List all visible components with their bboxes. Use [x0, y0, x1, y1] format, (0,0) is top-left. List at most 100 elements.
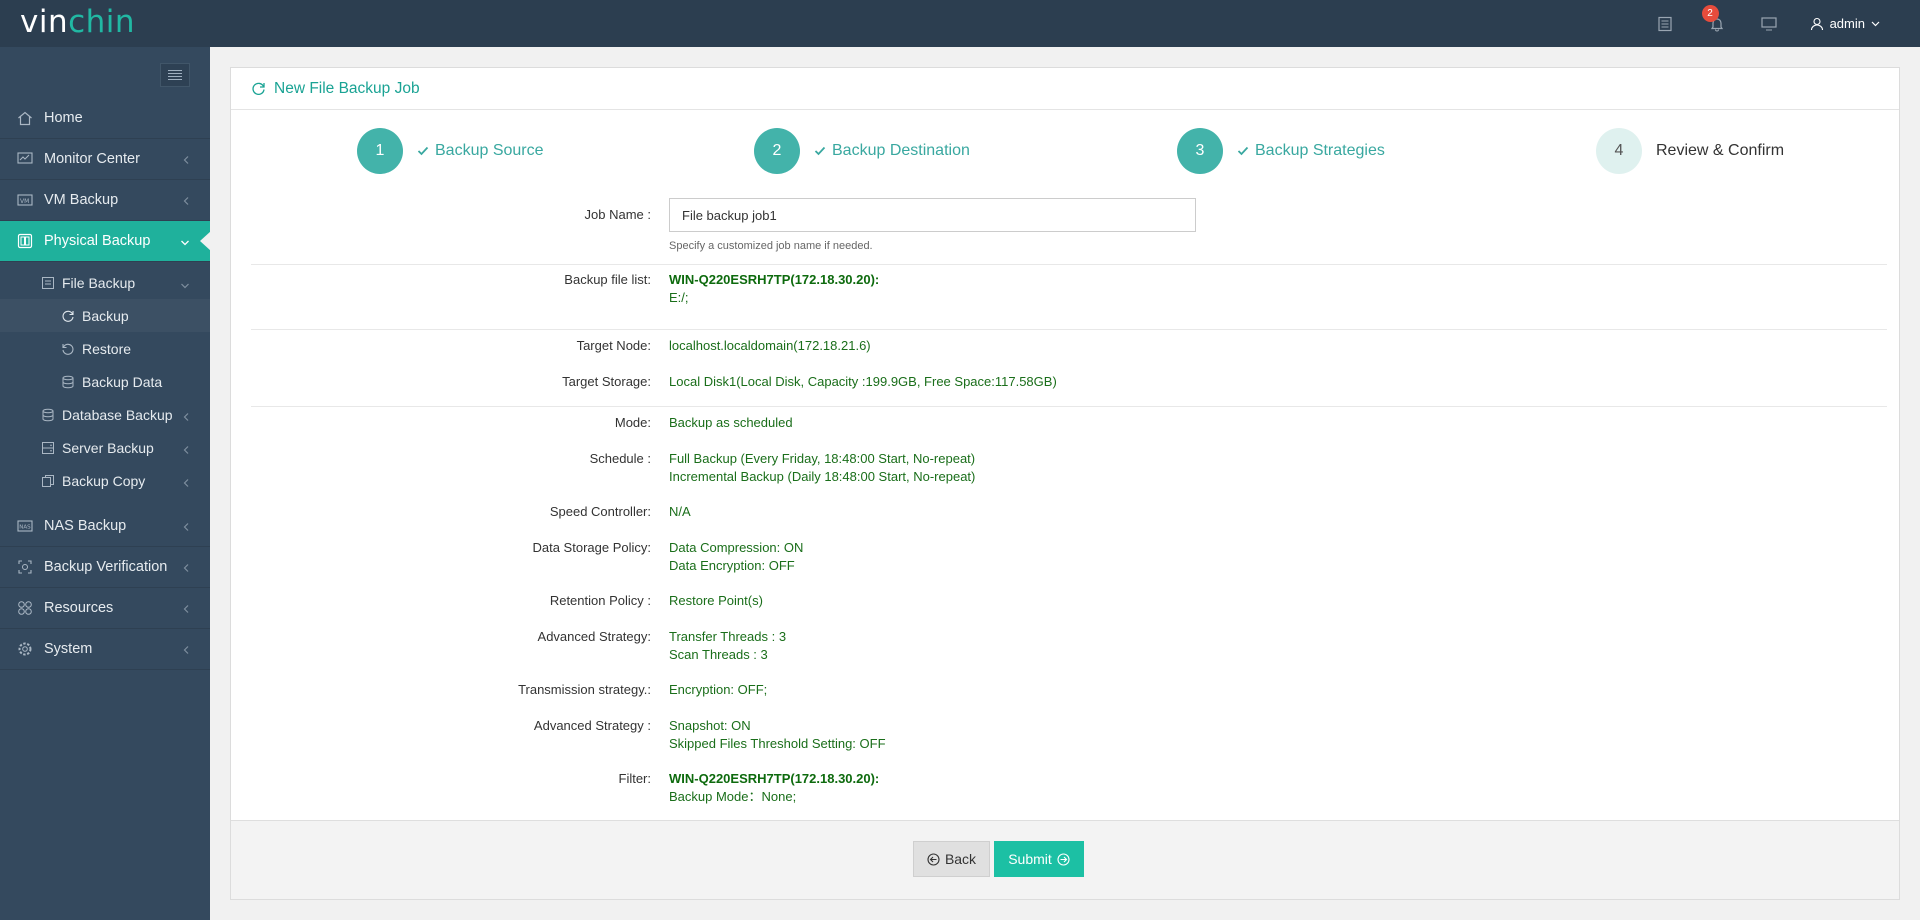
- sidebar-item-home[interactable]: Home: [0, 98, 210, 139]
- database-icon: [60, 374, 76, 390]
- target-node-value: localhost.localdomain(172.18.21.6): [669, 338, 871, 353]
- speed-controller-label: Speed Controller:: [549, 504, 651, 519]
- back-button[interactable]: Back: [913, 841, 990, 877]
- step-label: Backup Destination: [832, 142, 970, 159]
- arrow-right-circle-icon: [1057, 852, 1070, 866]
- transmission-strategy-value: Encryption: OFF;: [669, 682, 768, 697]
- step-number: 3: [1177, 128, 1223, 174]
- chevron-left-icon: [182, 602, 190, 618]
- target-storage-value: Local Disk1(Local Disk, Capacity :199.9G…: [669, 374, 1057, 389]
- submit-button-label: Submit: [1008, 851, 1052, 867]
- sidebar-item-file-backup[interactable]: File Backup: [0, 266, 210, 299]
- step-label: Backup Source: [435, 142, 544, 159]
- physical-server-icon: [16, 233, 34, 249]
- target-storage-label: Target Storage:: [562, 374, 651, 389]
- logo-accent-text: chin: [68, 4, 136, 40]
- chevron-left-icon: [182, 409, 190, 425]
- sidebar: Home Monitor Center VM VM Backup Physica…: [0, 47, 211, 920]
- resources-icon: [16, 600, 34, 616]
- sidebar-item-label: Physical Backup: [44, 233, 151, 249]
- sidebar-toggle-icon[interactable]: [160, 63, 190, 87]
- user-name: admin: [1829, 16, 1865, 31]
- chevron-left-icon: [182, 194, 190, 210]
- filter-backup-mode: Backup Mode：None;: [669, 789, 797, 804]
- backup-file-list-label: Backup file list:: [564, 272, 651, 287]
- sidebar-item-monitor-center[interactable]: Monitor Center: [0, 139, 210, 180]
- sidebar-item-label: Backup Copy: [62, 472, 146, 489]
- sidebar-item-backup[interactable]: Backup: [0, 299, 210, 332]
- sidebar-item-label: File Backup: [62, 274, 136, 291]
- sidebar-item-vm-backup[interactable]: VM VM Backup: [0, 180, 210, 221]
- step-label: Backup Strategies: [1255, 142, 1385, 159]
- sidebar-item-backup-copy[interactable]: Backup Copy: [0, 464, 210, 497]
- step-backup-strategies[interactable]: 3 Backup Strategies: [1177, 128, 1385, 174]
- transfer-threads-value: Transfer Threads : 3: [669, 629, 787, 644]
- vinchin-logo[interactable]: vinchin: [20, 4, 135, 40]
- monitor-icon: [16, 151, 34, 167]
- chevron-left-icon: [182, 561, 190, 577]
- gear-icon: [16, 641, 34, 657]
- step-backup-source[interactable]: 1 Backup Source: [357, 128, 544, 174]
- back-button-label: Back: [944, 851, 977, 867]
- sidebar-item-restore[interactable]: Restore: [0, 332, 210, 365]
- sidebar-item-label: System: [44, 641, 93, 657]
- user-menu[interactable]: admin: [1810, 16, 1880, 31]
- sidebar-item-backup-verification[interactable]: Backup Verification: [0, 547, 210, 588]
- sidebar-item-server-backup[interactable]: Server Backup: [0, 431, 210, 464]
- vm-icon: VM: [16, 192, 34, 208]
- arrow-left-circle-icon: [927, 852, 940, 866]
- svg-text:VM: VM: [20, 198, 29, 205]
- sidebar-item-system[interactable]: System: [0, 629, 210, 670]
- schedule-full-backup: Full Backup (Every Friday, 18:48:00 Star…: [669, 451, 976, 466]
- retention-policy-value: Restore Point(s): [669, 593, 763, 608]
- sidebar-item-label: NAS Backup: [44, 518, 127, 534]
- step-number: 4: [1596, 128, 1642, 174]
- filter-label: Filter:: [618, 771, 652, 786]
- skipped-files-threshold-value: Skipped Files Threshold Setting: OFF: [669, 736, 886, 751]
- check-icon: [417, 146, 429, 156]
- bell-icon[interactable]: 2: [1701, 4, 1728, 35]
- divider: [251, 329, 1887, 330]
- divider: [251, 264, 1887, 265]
- step-review-confirm[interactable]: 4 Review & Confirm: [1596, 128, 1784, 174]
- advanced-strategy-2-label: Advanced Strategy :: [533, 718, 651, 733]
- top-icons: 2 admin: [1654, 0, 1880, 47]
- schedule-label: Schedule :: [589, 451, 651, 466]
- new-file-backup-job-panel: New File Backup Job 1 Backup Source 2 Ba…: [230, 67, 1900, 900]
- sidebar-item-backup-data[interactable]: Backup Data: [0, 365, 210, 398]
- target-node-label: Target Node:: [576, 338, 651, 353]
- sidebar-item-label: Restore: [82, 340, 132, 357]
- panel-footer: Back Submit: [231, 820, 1899, 899]
- snapshot-value: Snapshot: ON: [669, 718, 751, 733]
- copy-icon: [40, 473, 56, 489]
- task-list-icon[interactable]: [1654, 13, 1676, 35]
- step-number: 2: [754, 128, 800, 174]
- transmission-strategy-label: Transmission strategy.:: [518, 682, 651, 697]
- screen-icon[interactable]: [1758, 13, 1780, 35]
- submit-button[interactable]: Submit: [994, 841, 1084, 877]
- chevron-left-icon: [182, 475, 190, 491]
- chevron-down-icon: [180, 235, 190, 251]
- step-label: Review & Confirm: [1656, 142, 1785, 159]
- step-backup-destination[interactable]: 2 Backup Destination: [754, 128, 970, 174]
- sidebar-item-label: Home: [44, 110, 83, 126]
- sidebar-item-label: VM Backup: [44, 192, 119, 208]
- mode-label: Mode:: [614, 415, 651, 430]
- sidebar-item-label: Backup Data: [82, 373, 163, 390]
- retention-policy-label: Retention Policy :: [549, 593, 651, 608]
- scan-threads-value: Scan Threads : 3: [669, 647, 768, 662]
- sidebar-item-database-backup[interactable]: Database Backup: [0, 398, 210, 431]
- sidebar-item-physical-backup[interactable]: Physical Backup: [0, 221, 211, 262]
- step-number: 1: [357, 128, 403, 174]
- divider: [251, 406, 1887, 407]
- refresh-icon: [251, 81, 266, 96]
- top-bar: vinchin 2 admin: [0, 0, 1920, 47]
- sidebar-item-resources[interactable]: Resources: [0, 588, 210, 629]
- filter-host: WIN-Q220ESRH7TP(172.18.30.20):: [669, 771, 880, 786]
- sidebar-item-nas-backup[interactable]: NAS NAS Backup: [0, 506, 210, 547]
- server-icon: [40, 440, 56, 456]
- user-icon: [1810, 17, 1823, 30]
- data-compression-value: Data Compression: ON: [669, 540, 804, 555]
- job-name-input[interactable]: [669, 198, 1196, 232]
- chevron-down-icon: [180, 277, 190, 293]
